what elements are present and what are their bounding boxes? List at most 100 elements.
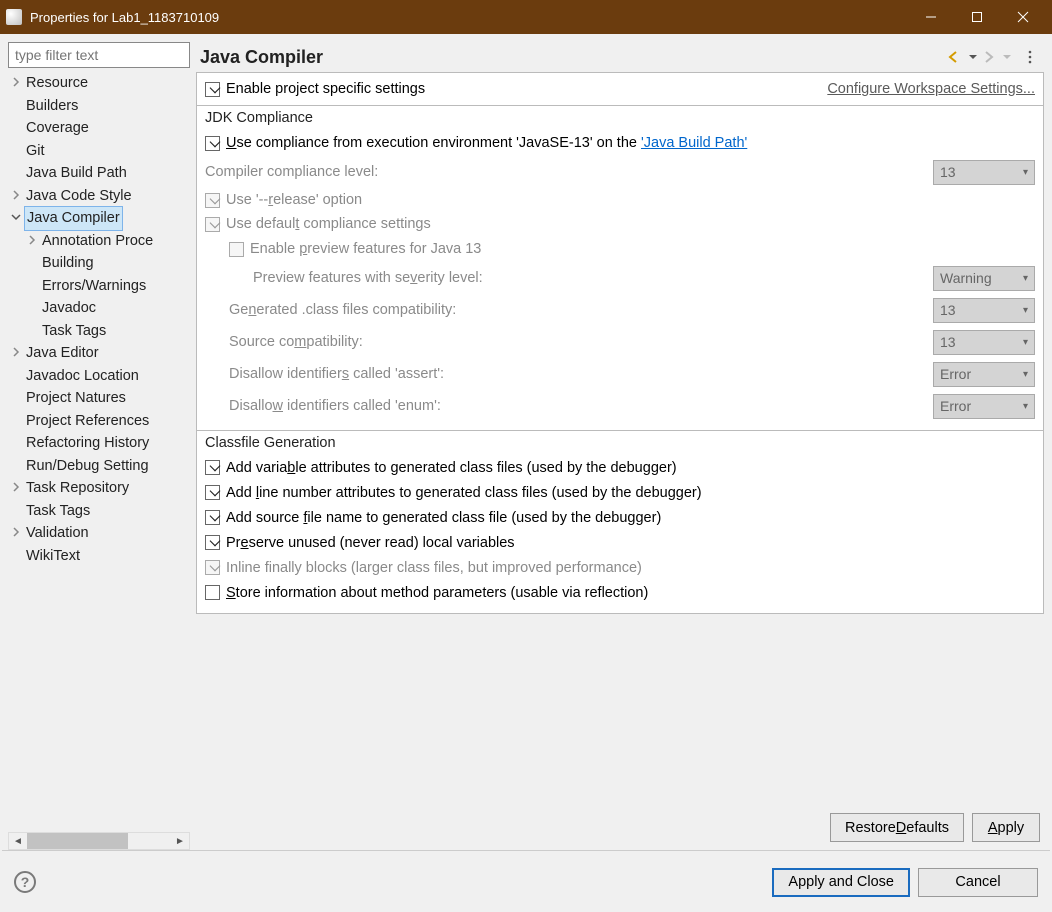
restore-defaults-button[interactable]: Restore Defaults — [830, 813, 964, 842]
use-release-label: Use '--release' option — [226, 192, 362, 208]
nav-tree[interactable]: ResourceBuildersCoverageGitJava Build Pa… — [8, 72, 190, 830]
chevron-down-icon: ▾ — [1023, 337, 1028, 348]
tree-item-label: Project Natures — [24, 387, 128, 410]
classfile-option-checkbox[interactable] — [205, 510, 220, 525]
tree-item[interactable]: WikiText — [8, 545, 190, 568]
tree-item[interactable]: Annotation Proce — [8, 230, 190, 253]
tree-item[interactable]: Resource — [8, 72, 190, 95]
scroll-left-icon[interactable]: ◄ — [9, 833, 27, 849]
tree-item[interactable]: Java Code Style — [8, 185, 190, 208]
tree-item[interactable]: Run/Debug Setting — [8, 455, 190, 478]
tree-item[interactable]: Task Tags — [8, 320, 190, 343]
tree-item[interactable]: Java Build Path — [8, 162, 190, 185]
tree-item[interactable]: Coverage — [8, 117, 190, 140]
tree-item-label: Annotation Proce — [40, 230, 155, 253]
back-button[interactable] — [946, 47, 966, 67]
help-icon[interactable]: ? — [14, 871, 36, 893]
source-compat-label: Source compatibility: — [229, 334, 363, 350]
horizontal-scrollbar[interactable]: ◄ ► — [8, 832, 190, 850]
chevron-right-icon[interactable] — [8, 342, 24, 365]
disallow-assert-combo[interactable]: Error▾ — [933, 362, 1035, 387]
enable-preview-checkbox — [229, 242, 244, 257]
tree-item[interactable]: Javadoc — [8, 297, 190, 320]
classfile-option-row: Add variable attributes to generated cla… — [205, 455, 1035, 480]
use-exec-env-checkbox[interactable] — [205, 136, 220, 151]
tree-item[interactable]: Refactoring History — [8, 432, 190, 455]
chevron-down-icon: ▾ — [1023, 401, 1028, 412]
tree-item-label: Java Editor — [24, 342, 101, 365]
chevron-down-icon: ▾ — [1023, 167, 1028, 178]
enable-project-specific-label: Enable project specific settings — [226, 81, 425, 97]
use-exec-env-label: Use compliance from execution environmen… — [226, 135, 747, 151]
jdk-compliance-title: JDK Compliance — [197, 106, 1043, 126]
tree-item[interactable]: Task Tags — [8, 500, 190, 523]
close-button[interactable] — [1000, 0, 1046, 34]
tree-item-label: Git — [24, 140, 47, 163]
preview-severity-combo[interactable]: Warning▾ — [933, 266, 1035, 291]
disallow-enum-combo[interactable]: Error▾ — [933, 394, 1035, 419]
tree-item[interactable]: Java Compiler — [8, 207, 190, 230]
tree-item-label: Building — [40, 252, 96, 275]
tree-item[interactable]: Git — [8, 140, 190, 163]
classfile-option-label: Store information about method parameter… — [226, 585, 648, 601]
generated-class-label: Generated .class files compatibility: — [229, 302, 456, 318]
jdk-compliance-group: JDK Compliance Use compliance from execu… — [196, 105, 1044, 431]
tree-item[interactable]: Builders — [8, 95, 190, 118]
classfile-option-label: Add source file name to generated class … — [226, 510, 661, 526]
disallow-enum-label: Disallow identifiers called 'enum': — [229, 398, 441, 414]
classfile-option-checkbox[interactable] — [205, 460, 220, 475]
enable-preview-label: Enable preview features for Java 13 — [250, 241, 481, 257]
tree-item[interactable]: Validation — [8, 522, 190, 545]
forward-menu-icon[interactable] — [1002, 47, 1012, 67]
chevron-right-icon[interactable] — [8, 477, 24, 500]
classfile-option-row: Add source file name to generated class … — [205, 505, 1035, 530]
java-build-path-link[interactable]: 'Java Build Path' — [641, 135, 747, 151]
disallow-assert-label: Disallow identifiers called 'assert': — [229, 366, 444, 382]
tree-item[interactable]: Building — [8, 252, 190, 275]
view-menu-icon[interactable] — [1020, 47, 1040, 67]
source-compat-combo[interactable]: 13▾ — [933, 330, 1035, 355]
forward-button[interactable] — [980, 47, 1000, 67]
page-title: Java Compiler — [200, 47, 323, 68]
chevron-right-icon[interactable] — [8, 522, 24, 545]
classfile-option-checkbox[interactable] — [205, 535, 220, 550]
tree-item[interactable]: Project Natures — [8, 387, 190, 410]
maximize-button[interactable] — [954, 0, 1000, 34]
chevron-right-icon[interactable] — [8, 185, 24, 208]
classfile-option-label: Add line number attributes to generated … — [226, 485, 702, 501]
tree-item-label: Task Repository — [24, 477, 131, 500]
tree-item[interactable]: Project References — [8, 410, 190, 433]
generated-class-combo[interactable]: 13▾ — [933, 298, 1035, 323]
tree-item-label: Validation — [24, 522, 91, 545]
scroll-thumb[interactable] — [27, 833, 128, 849]
tree-item-label: Task Tags — [24, 500, 92, 523]
tree-item[interactable]: Javadoc Location — [8, 365, 190, 388]
chevron-right-icon[interactable] — [24, 230, 40, 253]
apply-and-close-button[interactable]: Apply and Close — [772, 868, 910, 897]
tree-item-label: Java Compiler — [24, 206, 123, 231]
compliance-level-combo[interactable]: 13▾ — [933, 160, 1035, 185]
chevron-down-icon: ▾ — [1023, 305, 1028, 316]
minimize-button[interactable] — [908, 0, 954, 34]
tree-item[interactable]: Task Repository — [8, 477, 190, 500]
classfile-option-label: Add variable attributes to generated cla… — [226, 460, 677, 476]
use-default-checkbox — [205, 217, 220, 232]
classfile-option-checkbox[interactable] — [205, 585, 220, 600]
scroll-right-icon[interactable]: ► — [171, 833, 189, 849]
chevron-down-icon[interactable] — [8, 207, 24, 230]
tree-item-label: Refactoring History — [24, 432, 151, 455]
configure-workspace-link[interactable]: Configure Workspace Settings... — [827, 81, 1035, 97]
cancel-button[interactable]: Cancel — [918, 868, 1038, 897]
tree-item[interactable]: Java Editor — [8, 342, 190, 365]
preview-severity-label: Preview features with severity level: — [253, 270, 483, 286]
classfile-option-row: Store information about method parameter… — [205, 580, 1035, 605]
filter-input[interactable] — [8, 42, 190, 68]
classfile-option-checkbox[interactable] — [205, 485, 220, 500]
enable-project-specific-checkbox[interactable] — [205, 82, 220, 97]
tree-item[interactable]: Errors/Warnings — [8, 275, 190, 298]
apply-button[interactable]: Apply — [972, 813, 1040, 842]
chevron-right-icon[interactable] — [8, 72, 24, 95]
classfile-generation-group: Classfile Generation Add variable attrib… — [196, 430, 1044, 614]
back-menu-icon[interactable] — [968, 47, 978, 67]
classfile-option-row: Add line number attributes to generated … — [205, 480, 1035, 505]
